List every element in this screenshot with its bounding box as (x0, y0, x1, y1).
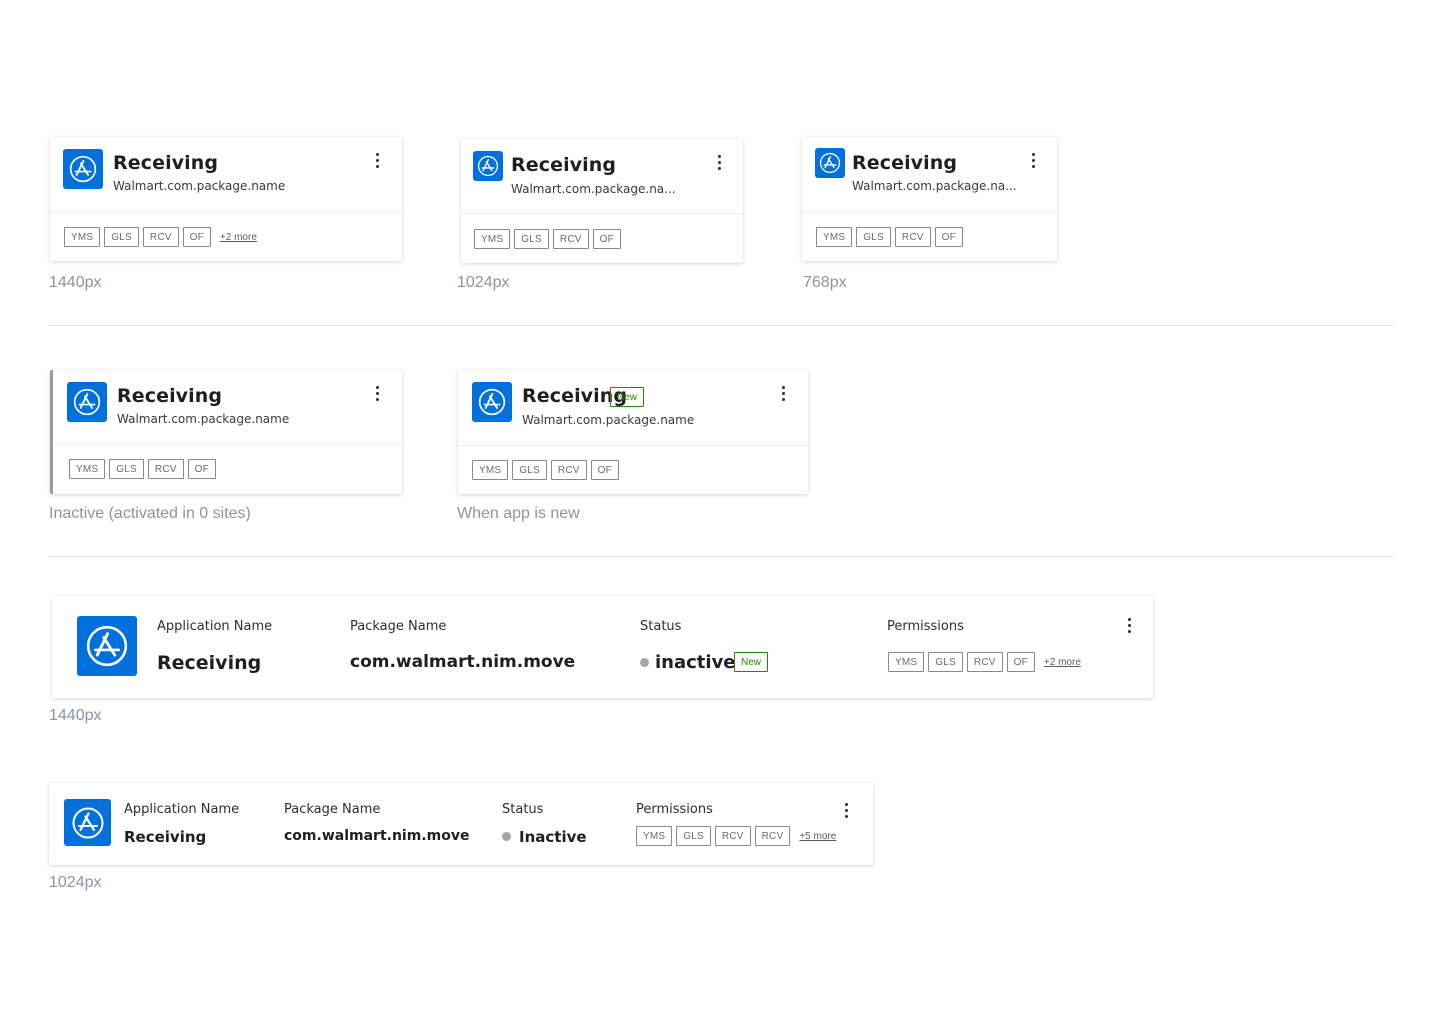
more-permissions-link[interactable]: +2 more (1044, 657, 1081, 668)
application-name-label: Application Name (124, 802, 240, 817)
permission-tags: YMS GLS RCV OF (474, 229, 621, 249)
permission-tag: RCV (552, 229, 589, 249)
section-divider (48, 556, 1394, 557)
status-label: Status (640, 619, 682, 634)
more-options-icon[interactable] (1027, 151, 1041, 171)
more-options-icon[interactable] (777, 384, 791, 404)
app-store-icon (64, 799, 111, 846)
new-badge: New (610, 387, 645, 407)
permission-tags: YMS GLS RCV OF +2 more (64, 227, 257, 247)
package-name-label: Package Name (284, 802, 381, 817)
application-name-value: Receiving (157, 652, 262, 674)
caption: 1440px (49, 274, 102, 291)
app-package-name: Walmart.com.package.name (117, 412, 290, 426)
more-options-icon[interactable] (840, 801, 854, 821)
app-store-icon (473, 151, 503, 181)
permission-tag: GLS (512, 460, 547, 480)
permission-tag: RCV (550, 460, 587, 480)
app-row-1440[interactable]: Application Name Receiving Package Name … (52, 596, 1153, 698)
permission-tag: OF (934, 227, 963, 247)
app-card-1440[interactable]: Receiving Walmart.com.package.name YMS G… (50, 137, 402, 261)
permission-tags: YMS GLS RCV RCV +5 more (636, 826, 836, 846)
permission-tag: YMS (816, 227, 853, 247)
package-name-value: com.walmart.nim.move (284, 828, 470, 844)
permission-tags: YMS GLS RCV OF (816, 227, 963, 247)
permission-tags: YMS GLS RCV OF +2 more (888, 652, 1081, 672)
permission-tag: YMS (636, 826, 673, 846)
caption: When app is new (457, 505, 580, 522)
permission-tag: GLS (109, 459, 144, 479)
more-options-icon[interactable] (713, 153, 727, 173)
caption: Inactive (activated in 0 sites) (49, 505, 251, 522)
permission-tag: RCV (142, 227, 179, 247)
app-package-name: Walmart.com.package.name (522, 413, 695, 427)
section-divider (48, 325, 1394, 326)
app-title: Receiving (511, 154, 617, 176)
status-value: inactive (655, 652, 736, 673)
app-title: Receiving (113, 152, 219, 174)
permission-tag: OF (1006, 652, 1035, 672)
app-store-icon (63, 149, 103, 189)
permission-tag: YMS (69, 459, 106, 479)
app-card-inactive[interactable]: Receiving Walmart.com.package.name YMS G… (50, 370, 402, 494)
app-row-1024[interactable]: Application Name Receiving Package Name … (49, 783, 873, 865)
permission-tag: YMS (472, 460, 509, 480)
app-store-icon (67, 382, 107, 422)
more-options-icon[interactable] (1123, 616, 1137, 636)
more-options-icon[interactable] (371, 384, 385, 404)
permission-tag: OF (187, 459, 216, 479)
permission-tag: RCV (147, 459, 184, 479)
permission-tag: RCV (714, 826, 751, 846)
permission-tag: RCV (894, 227, 931, 247)
app-card-new[interactable]: Receiving New Walmart.com.package.name Y… (458, 370, 808, 494)
permission-tag: YMS (888, 652, 925, 672)
status-label: Status (502, 802, 544, 817)
new-badge: New (734, 652, 769, 672)
permissions-label: Permissions (887, 619, 964, 634)
caption: 768px (803, 274, 847, 291)
app-card-768[interactable]: Receiving Walmart.com.package.na... YMS … (802, 137, 1057, 261)
package-name-label: Package Name (350, 619, 447, 634)
permission-tag: GLS (856, 227, 891, 247)
permission-tag: RCV (966, 652, 1003, 672)
permission-tag: GLS (676, 826, 711, 846)
permission-tag: GLS (928, 652, 963, 672)
permission-tag: GLS (514, 229, 549, 249)
status-value: Inactive (519, 828, 587, 846)
permissions-label: Permissions (636, 802, 713, 817)
app-package-name: Walmart.com.package.name (113, 179, 286, 193)
more-permissions-link[interactable]: +5 more (799, 831, 836, 842)
app-package-name: Walmart.com.package.na... (511, 182, 676, 196)
package-name-value: com.walmart.nim.move (350, 652, 576, 672)
app-package-name: Walmart.com.package.na... (852, 179, 1017, 193)
application-name-value: Receiving (124, 828, 207, 846)
more-permissions-link[interactable]: +2 more (220, 232, 257, 243)
app-card-1024[interactable]: Receiving Walmart.com.package.na... YMS … (461, 139, 743, 263)
status-dot (502, 832, 511, 841)
permission-tag: GLS (104, 227, 139, 247)
app-store-icon (815, 148, 845, 178)
permission-tag: YMS (64, 227, 101, 247)
card-header (461, 139, 743, 214)
app-title: Receiving (117, 385, 223, 407)
permission-tags: YMS GLS RCV OF (472, 460, 619, 480)
permission-tag: YMS (474, 229, 511, 249)
more-options-icon[interactable] (371, 151, 385, 171)
permission-tag: OF (590, 460, 619, 480)
permission-tags: YMS GLS RCV OF (69, 459, 216, 479)
app-store-icon (77, 616, 137, 676)
permission-tag: OF (592, 229, 621, 249)
caption: 1024px (49, 874, 102, 891)
caption: 1024px (457, 274, 510, 291)
app-title: Receiving (852, 152, 958, 174)
application-name-label: Application Name (157, 619, 273, 634)
permission-tag: RCV (754, 826, 791, 846)
app-store-icon (472, 382, 512, 422)
status-dot (640, 658, 649, 667)
permission-tag: OF (182, 227, 211, 247)
caption: 1440px (49, 707, 102, 724)
